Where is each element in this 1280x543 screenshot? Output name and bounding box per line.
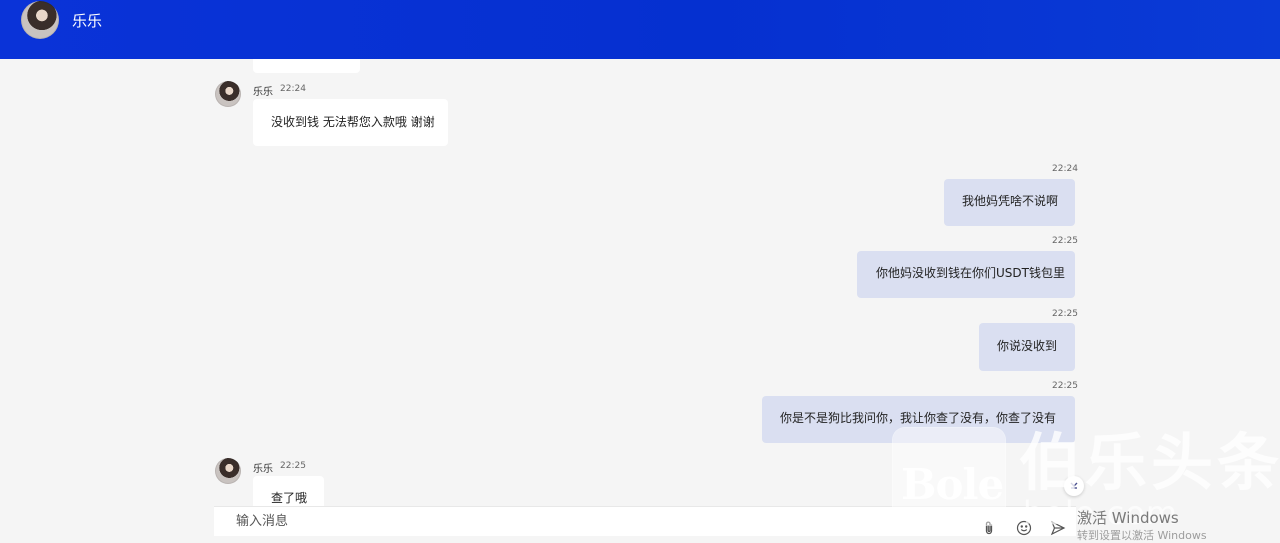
message-bubble: 你说没收到	[979, 323, 1075, 371]
sender-avatar[interactable]	[215, 458, 241, 484]
message-time: 22:24	[280, 84, 306, 94]
message-bubble: 你他妈没收到钱在你们USDT钱包里	[857, 251, 1075, 298]
message-time: 22:25	[1052, 309, 1078, 319]
message-time: 22:25	[280, 461, 306, 471]
windows-activation-notice: 激活 Windows	[1077, 509, 1179, 527]
sender-name: 乐乐	[253, 87, 273, 98]
sender-name: 乐乐	[253, 464, 273, 475]
message-input[interactable]	[214, 507, 954, 536]
sender-avatar[interactable]	[215, 81, 241, 107]
chat-header: 乐乐	[0, 0, 1280, 59]
scroll-to-bottom-button[interactable]	[1064, 476, 1084, 496]
chat-title: 乐乐	[72, 12, 103, 30]
contact-avatar[interactable]	[21, 1, 59, 39]
message-bubble: 你是不是狗比我问你，我让你查了没有，你查了没有	[762, 396, 1075, 443]
message-time: 22:24	[1052, 164, 1078, 174]
message-bubble: 没收到钱 无法帮您入款哦 谢谢	[253, 99, 448, 146]
send-icon[interactable]	[1049, 519, 1067, 537]
chevron-down-icon	[1069, 479, 1079, 493]
message-bubble: 查了哦	[253, 476, 324, 506]
message-time: 22:25	[1052, 236, 1078, 246]
message-bubble: 我他妈凭啥不说啊	[944, 179, 1075, 226]
windows-activation-hint: 转到设置以激活 Windows	[1077, 529, 1207, 542]
message-composer	[214, 506, 1076, 536]
paperclip-icon[interactable]	[980, 519, 998, 537]
watermark-logo-text: Bole	[901, 460, 1004, 509]
message-time: 22:25	[1052, 381, 1078, 391]
partial-message-bubble	[253, 59, 360, 73]
emoji-icon[interactable]	[1015, 519, 1033, 537]
